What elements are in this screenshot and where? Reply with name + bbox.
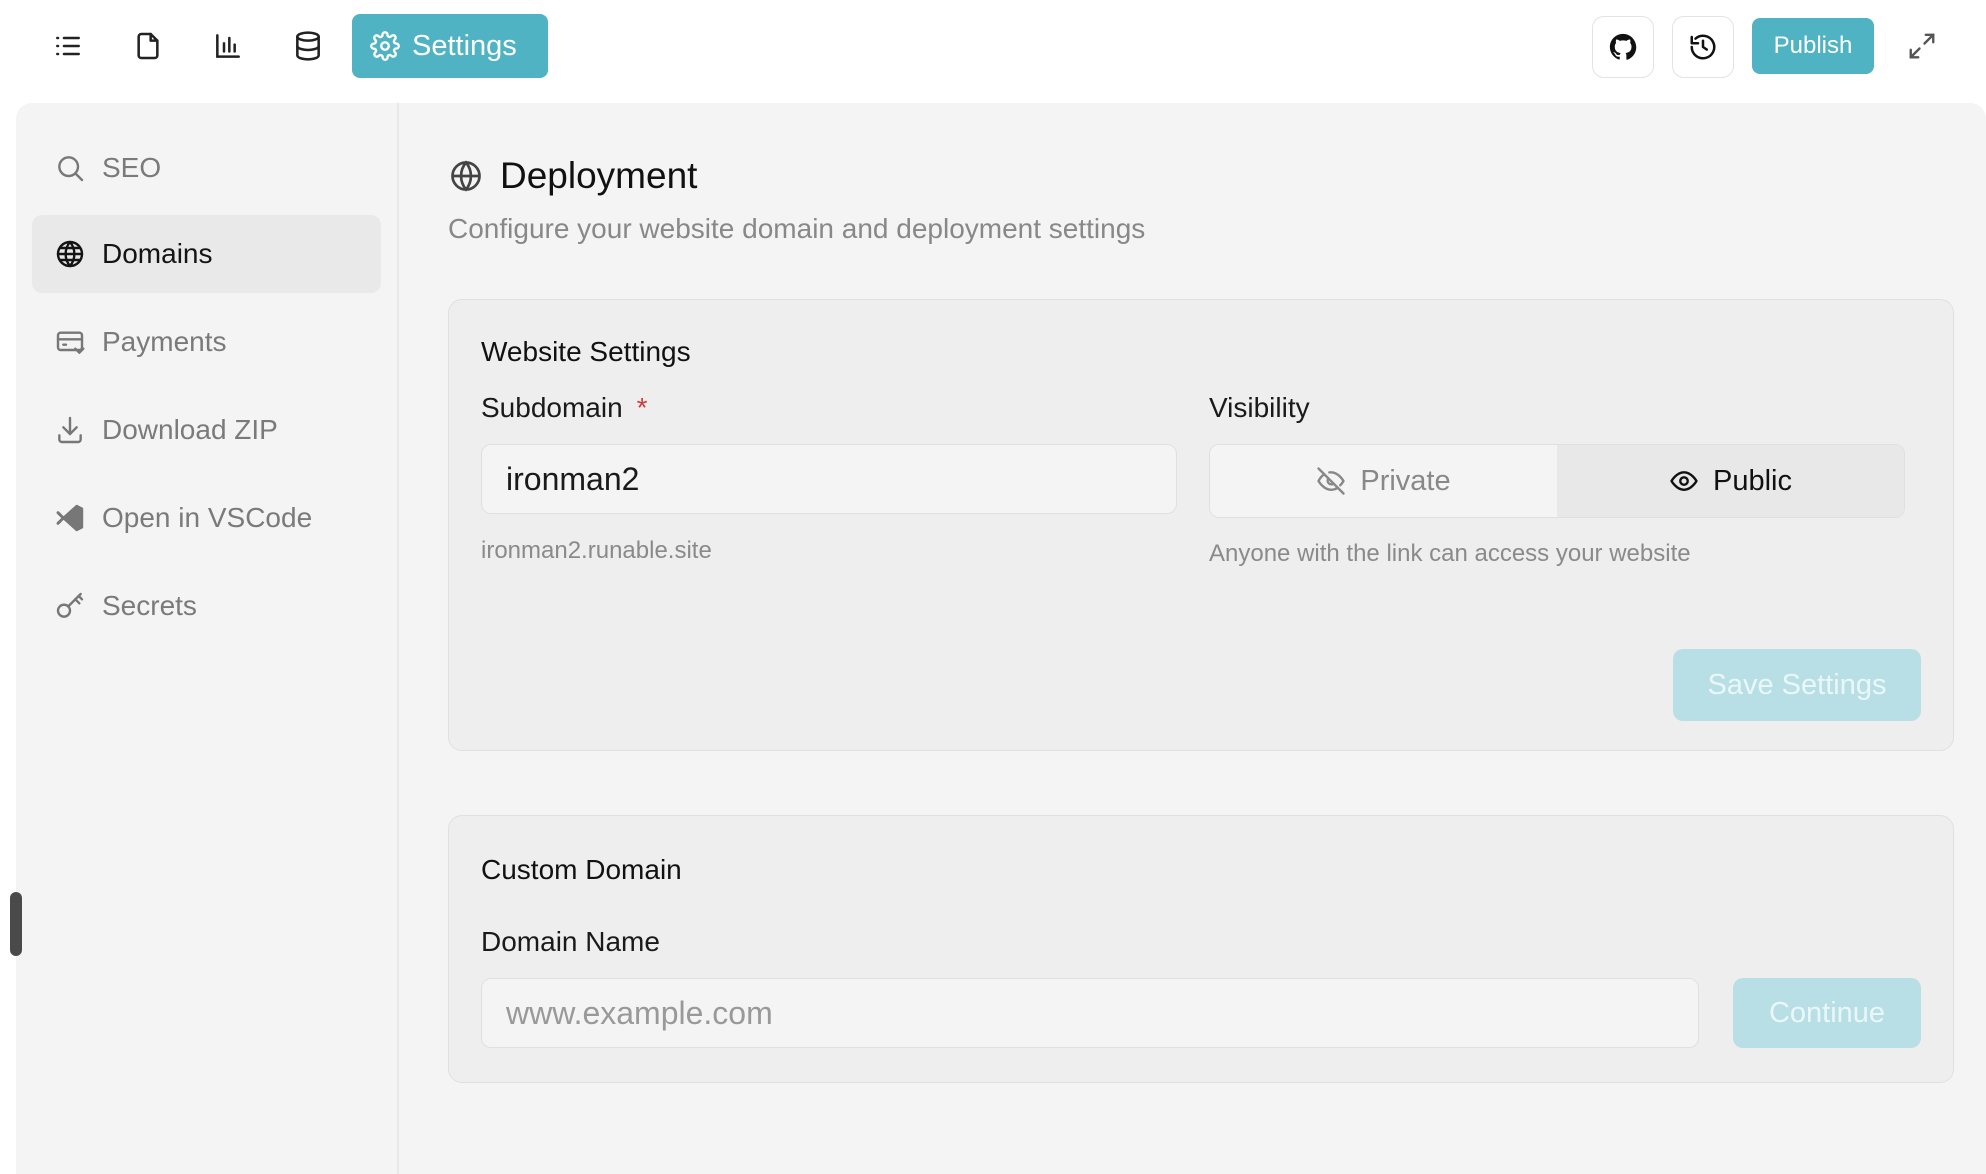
github-icon xyxy=(1609,33,1637,60)
domain-name-input[interactable] xyxy=(481,978,1699,1048)
chart-icon[interactable] xyxy=(208,26,248,66)
visibility-hint: Anyone with the link can access your web… xyxy=(1209,540,1691,567)
sidebar-item-label: Open in VSCode xyxy=(102,502,313,533)
gear-icon xyxy=(370,31,400,61)
globe-icon xyxy=(451,160,481,192)
page-title: Deployment xyxy=(500,155,698,196)
globe-icon xyxy=(56,240,84,268)
subdomain-label: Subdomain * xyxy=(481,392,648,424)
domain-name-label: Domain Name xyxy=(481,926,660,957)
file-icon[interactable] xyxy=(128,26,168,66)
subdomain-label-text: Subdomain xyxy=(481,392,623,423)
publish-button[interactable]: Publish xyxy=(1752,18,1874,74)
card-title: Custom Domain xyxy=(481,854,682,885)
sidebar-item-label: Domains xyxy=(102,238,213,269)
sidebar-item-label: Payments xyxy=(102,326,227,357)
continue-button[interactable]: Continue xyxy=(1733,978,1921,1048)
visibility-label: Visibility xyxy=(1209,392,1310,423)
sidebar-item-label: Secrets xyxy=(102,590,197,621)
settings-panel: SEO Domains Payments Download ZIP Open i… xyxy=(16,103,1986,1174)
sidebar-item-domains[interactable]: Domains xyxy=(32,215,381,293)
website-settings-card: Website Settings Subdomain * ironman2.run… xyxy=(448,299,1954,751)
search-icon xyxy=(58,156,84,182)
page-heading: Deployment xyxy=(448,155,697,197)
download-icon xyxy=(58,416,82,444)
visibility-public-option[interactable]: Public xyxy=(1557,445,1904,517)
sidebar-item-label: Download ZIP xyxy=(102,414,278,445)
scrollbar-handle[interactable] xyxy=(10,892,22,956)
expand-icon[interactable] xyxy=(1904,28,1940,64)
vscode-icon xyxy=(56,504,84,532)
list-icon[interactable] xyxy=(48,26,88,66)
required-mark: * xyxy=(636,392,648,423)
subdomain-hint: ironman2.runable.site xyxy=(481,537,712,564)
visibility-private-option[interactable]: Private xyxy=(1210,445,1557,517)
sidebar-item-secrets[interactable]: Secrets xyxy=(32,567,381,645)
subdomain-input[interactable] xyxy=(481,444,1177,514)
eye-off-icon xyxy=(1317,467,1346,495)
public-label: Public xyxy=(1713,464,1792,497)
key-icon xyxy=(56,592,84,618)
settings-label: Settings xyxy=(412,29,517,62)
private-label: Private xyxy=(1360,464,1451,497)
history-button[interactable] xyxy=(1672,16,1734,78)
settings-sidebar: SEO Domains Payments Download ZIP Open i… xyxy=(16,103,399,1174)
payment-card-icon xyxy=(56,331,85,354)
eye-icon xyxy=(1670,471,1698,491)
sidebar-item-label: SEO xyxy=(102,152,162,183)
card-title: Website Settings xyxy=(481,336,691,367)
sidebar-item-seo[interactable]: SEO xyxy=(32,129,381,207)
sidebar-item-download-zip[interactable]: Download ZIP xyxy=(32,391,381,469)
history-icon xyxy=(1690,34,1716,60)
settings-button[interactable]: Settings xyxy=(352,14,548,78)
sidebar-item-open-vscode[interactable]: Open in VSCode xyxy=(32,479,381,557)
save-settings-button[interactable]: Save Settings xyxy=(1673,649,1921,721)
custom-domain-card: Custom Domain Domain Name Continue xyxy=(448,815,1954,1083)
sidebar-item-payments[interactable]: Payments xyxy=(32,303,381,381)
visibility-toggle: Private Public xyxy=(1209,444,1905,518)
github-button[interactable] xyxy=(1592,16,1654,78)
top-toolbar: Settings Publish xyxy=(0,0,1986,100)
page-subtitle: Configure your website domain and deploy… xyxy=(448,213,1146,244)
database-icon[interactable] xyxy=(288,26,328,66)
